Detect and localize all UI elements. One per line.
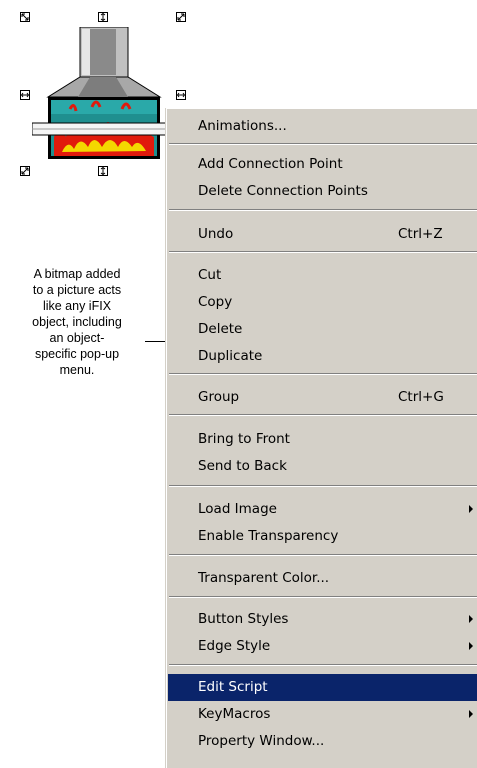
menu-item-label: Send to Back [198, 458, 287, 474]
caption-line: object, including [32, 315, 122, 329]
menu-item-label: Edge Style [198, 638, 271, 654]
menu-item-label: Group [198, 389, 240, 405]
menu-item-label: Load Image [198, 501, 277, 517]
submenu-arrow-icon [469, 642, 473, 650]
menu-item-delete[interactable]: Delete [168, 316, 477, 343]
menu-item-label: Bring to Front [198, 431, 290, 447]
menu-item-edge-style[interactable]: Edge Style [168, 633, 477, 660]
menu-item-enable-transparency[interactable]: Enable Transparency [168, 523, 477, 550]
vertical-arrow-icon [100, 13, 106, 21]
menu-item-send-to-back[interactable]: Send to Back [168, 453, 477, 480]
menu-item-label: Transparent Color... [198, 570, 330, 586]
menu-item-label: Property Window... [198, 733, 325, 749]
menu-item-label: Cut [198, 267, 222, 283]
horizontal-arrow-icon [21, 92, 29, 98]
menu-item-delete-connection-points[interactable]: Delete Connection Points [168, 178, 477, 205]
menu-item-undo[interactable]: Undo Ctrl+Z [168, 221, 477, 248]
furnace-bitmap[interactable] [32, 27, 172, 162]
diagonal-arrow-icon [21, 13, 29, 21]
menu-item-shortcut: Ctrl+Z [398, 226, 443, 242]
menu-separator [169, 664, 477, 666]
menu-item-copy[interactable]: Copy [168, 289, 477, 316]
menu-item-label: Copy [198, 294, 233, 310]
resize-handle-n[interactable] [98, 12, 108, 22]
menu-item-label: Delete Connection Points [198, 183, 368, 199]
resize-handle-ne[interactable] [176, 12, 186, 22]
menu-item-load-image[interactable]: Load Image [168, 496, 477, 523]
menu-item-keymacros[interactable]: KeyMacros [168, 701, 477, 728]
diagonal-arrow-icon [177, 13, 185, 21]
caption-line: menu. [59, 363, 95, 377]
menu-item-label: Animations... [198, 118, 287, 134]
menu-item-shortcut: Ctrl+G [398, 389, 444, 405]
caption-text: A bitmap added to a picture acts like an… [4, 266, 150, 378]
submenu-arrow-icon [469, 710, 473, 718]
menu-item-edit-script[interactable]: Edit Script [168, 674, 477, 701]
menu-separator [169, 373, 477, 375]
caption-line: A bitmap added [33, 267, 121, 281]
menu-item-transparent-color[interactable]: Transparent Color... [168, 565, 477, 592]
menu-item-label: Delete [198, 321, 243, 337]
menu-item-property-window[interactable]: Property Window... [168, 728, 477, 755]
resize-handle-nw[interactable] [20, 12, 30, 22]
menu-item-group[interactable]: Group Ctrl+G [168, 384, 477, 411]
menu-item-label: KeyMacros [198, 706, 271, 722]
menu-item-label: Button Styles [198, 611, 289, 627]
menu-item-button-styles[interactable]: Button Styles [168, 606, 477, 633]
menu-item-bring-to-front[interactable]: Bring to Front [168, 426, 477, 453]
caption-line: like any iFIX [42, 299, 112, 313]
caption-line: to a picture acts [32, 283, 122, 297]
menu-item-cut[interactable]: Cut [168, 262, 477, 289]
resize-handle-e[interactable] [176, 90, 186, 100]
menu-item-label: Edit Script [198, 679, 268, 695]
menu-separator [169, 143, 477, 145]
menu-separator [169, 251, 477, 253]
caption-line: specific pop-up [34, 347, 120, 361]
menu-separator [169, 554, 477, 556]
menu-item-duplicate[interactable]: Duplicate [168, 343, 477, 370]
menu-separator [169, 209, 477, 211]
menu-separator [169, 414, 477, 416]
context-menu: Animations... Add Connection Point Delet… [165, 108, 477, 768]
menu-item-label: Undo [198, 226, 234, 242]
menu-item-add-connection-point[interactable]: Add Connection Point [168, 151, 477, 178]
resize-handle-w[interactable] [20, 90, 30, 100]
horizontal-arrow-icon [177, 92, 185, 98]
menu-separator [169, 596, 477, 598]
menu-item-animations[interactable]: Animations... [168, 113, 477, 140]
menu-item-label: Enable Transparency [198, 528, 339, 544]
caption-line: an object- [49, 331, 105, 345]
diagonal-arrow-icon [21, 167, 29, 175]
menu-item-label: Add Connection Point [198, 156, 343, 172]
submenu-arrow-icon [469, 505, 473, 513]
submenu-arrow-icon [469, 615, 473, 623]
menu-separator [169, 485, 477, 487]
vertical-arrow-icon [100, 167, 106, 175]
resize-handle-s[interactable] [98, 166, 108, 176]
menu-item-label: Duplicate [198, 348, 263, 364]
resize-handle-sw[interactable] [20, 166, 30, 176]
